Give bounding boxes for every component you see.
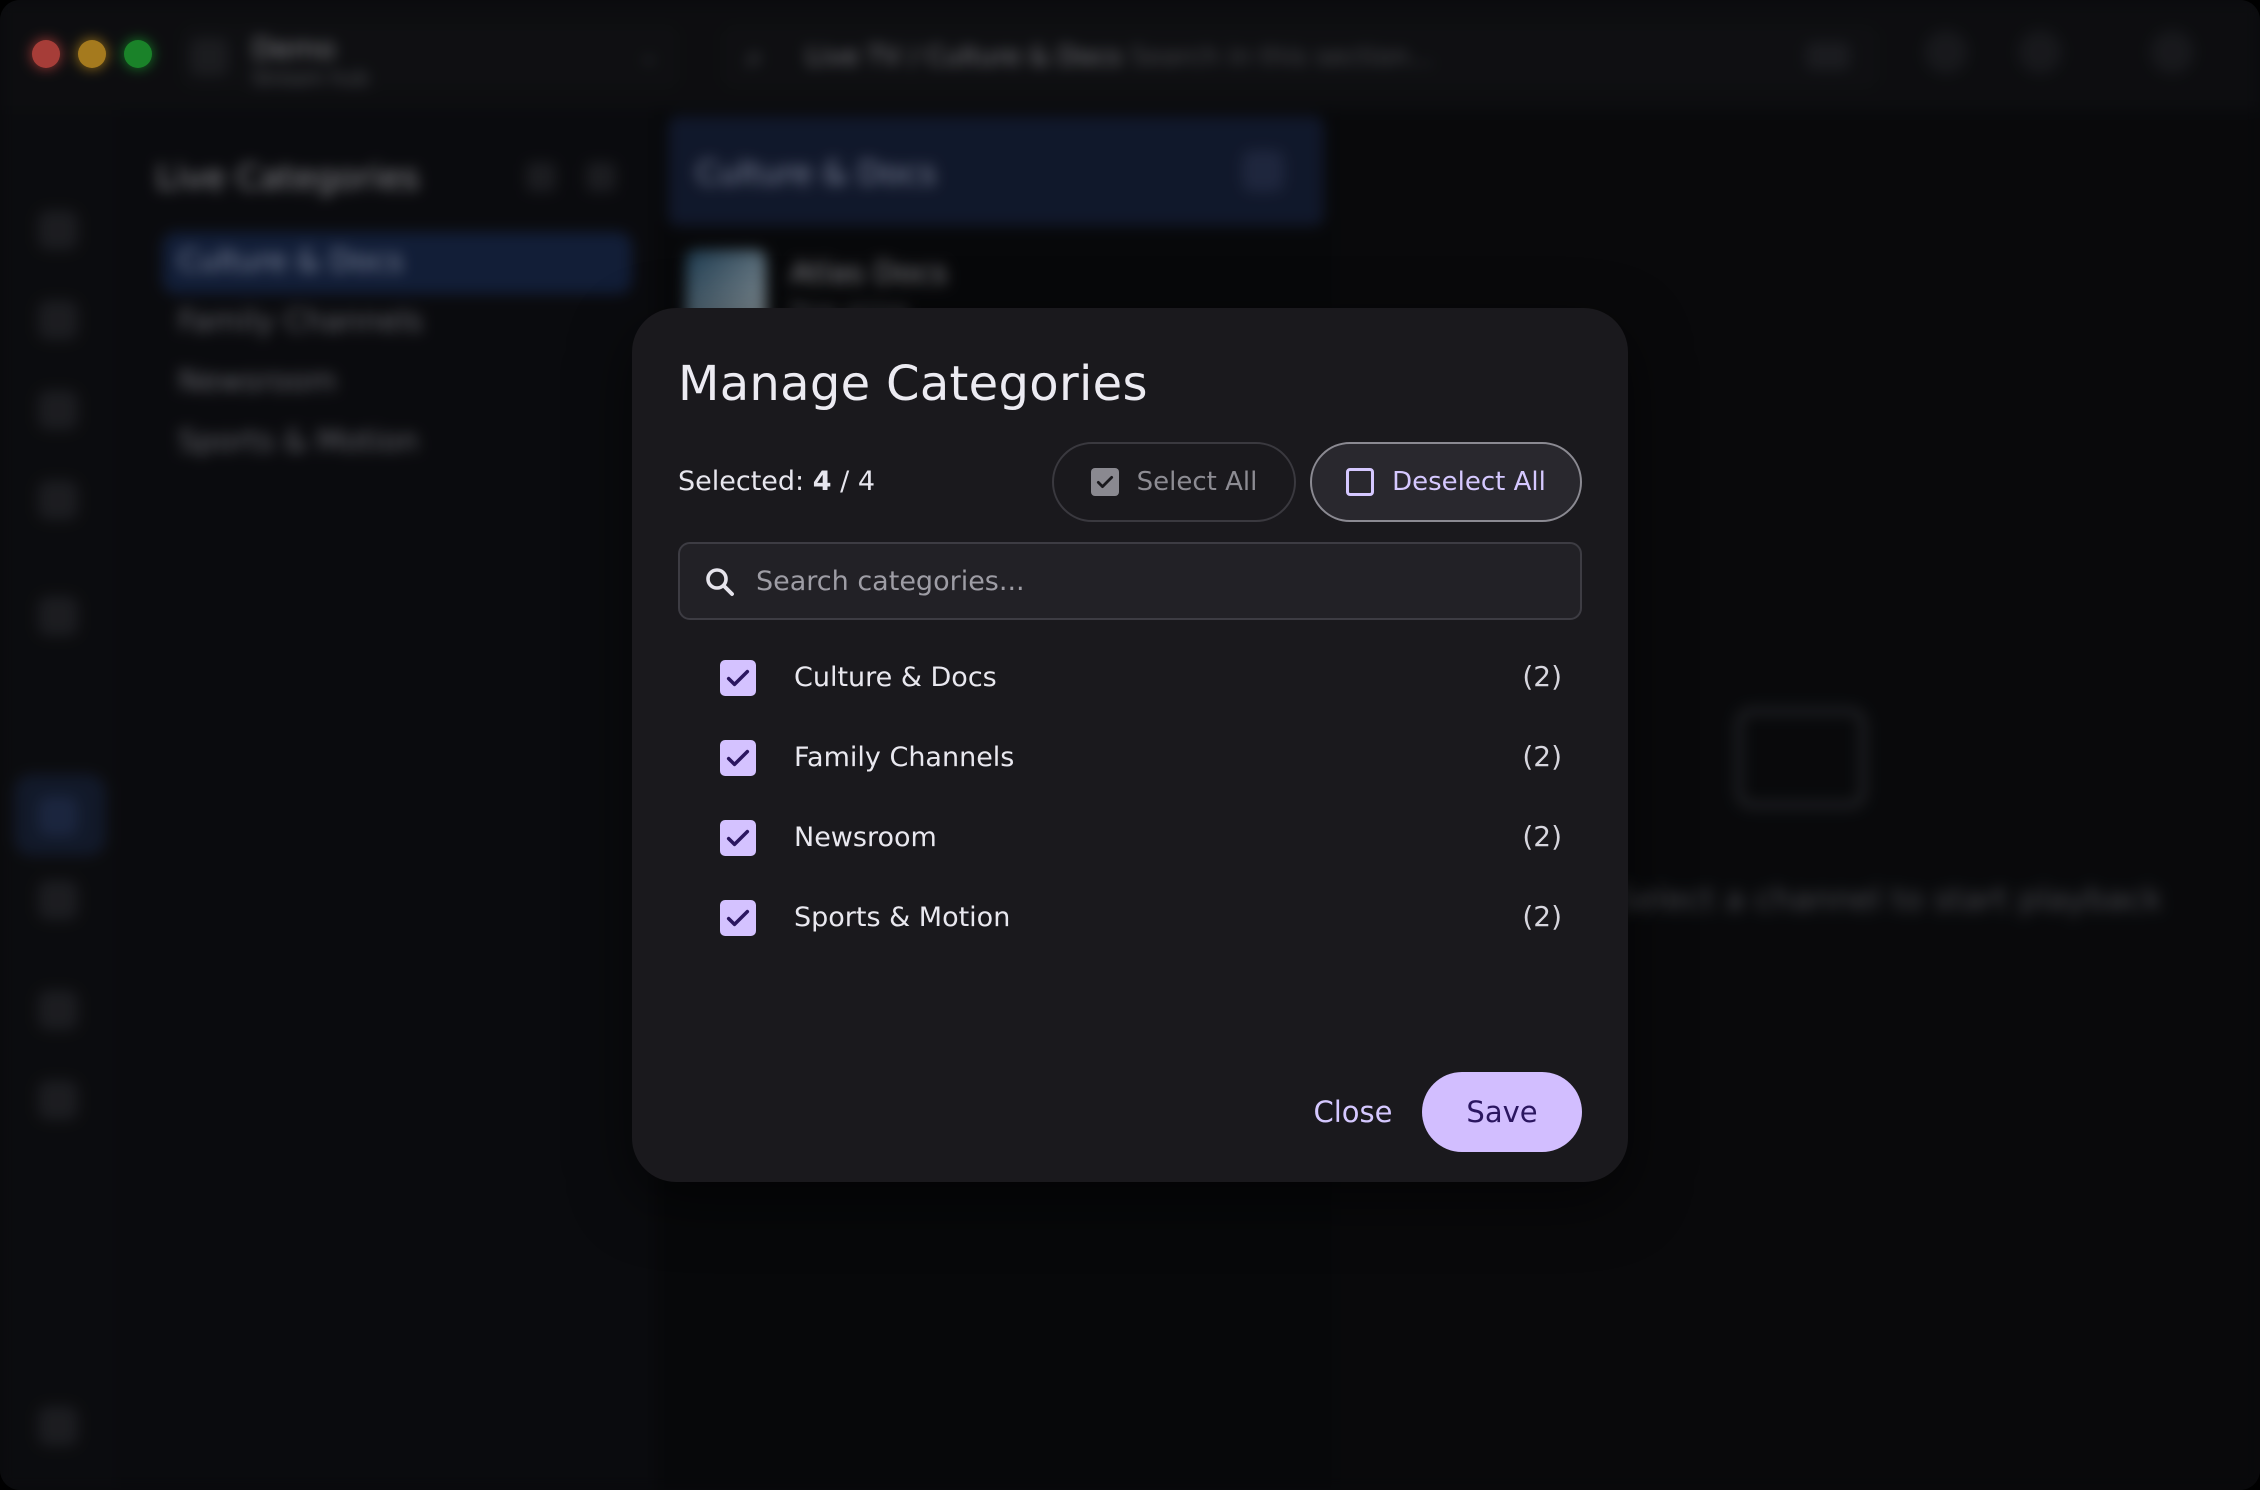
category-label: Family Channels	[794, 742, 1015, 773]
category-count: (2)	[1522, 820, 1562, 853]
category-count: (2)	[1522, 740, 1562, 773]
selected-count: Selected: 4 / 4	[678, 466, 876, 497]
checkbox[interactable]	[720, 660, 756, 696]
search-icon	[702, 564, 738, 600]
category-label: Sports & Motion	[794, 902, 1011, 933]
check-icon	[726, 829, 750, 847]
checkbox[interactable]	[720, 820, 756, 856]
checkbox[interactable]	[720, 740, 756, 776]
checkbox[interactable]	[720, 900, 756, 936]
check-icon	[726, 909, 750, 927]
list-item[interactable]: Family Channels (2)	[678, 718, 1582, 798]
list-item[interactable]: Sports & Motion (2)	[678, 878, 1582, 958]
check-icon	[726, 749, 750, 767]
checkbox-empty-icon	[1346, 468, 1375, 496]
list-item[interactable]: Culture & Docs (2)	[678, 638, 1582, 718]
dialog-title: Manage Categories	[678, 356, 1148, 412]
save-button[interactable]: Save	[1422, 1072, 1582, 1152]
checkbox-checked-icon	[1090, 468, 1119, 496]
check-icon	[726, 669, 750, 687]
list-item[interactable]: Newsroom (2)	[678, 798, 1582, 878]
category-list: Culture & Docs (2) Family Channels (2) N…	[678, 638, 1582, 958]
manage-categories-dialog: Manage Categories Selected: 4 / 4 Select…	[632, 308, 1628, 1182]
category-label: Newsroom	[794, 822, 937, 853]
category-search-input[interactable]	[756, 544, 1556, 618]
select-all-button[interactable]: Select All	[1052, 442, 1296, 522]
category-search	[678, 542, 1582, 620]
app-window: Demo Stream hub ⌄ ⌕ Live TV / Culture & …	[0, 0, 2260, 1490]
category-label: Culture & Docs	[794, 662, 997, 693]
close-button[interactable]: Close	[1292, 1072, 1414, 1152]
category-count: (2)	[1522, 660, 1562, 693]
deselect-all-button[interactable]: Deselect All	[1310, 442, 1582, 522]
category-count: (2)	[1522, 900, 1562, 933]
